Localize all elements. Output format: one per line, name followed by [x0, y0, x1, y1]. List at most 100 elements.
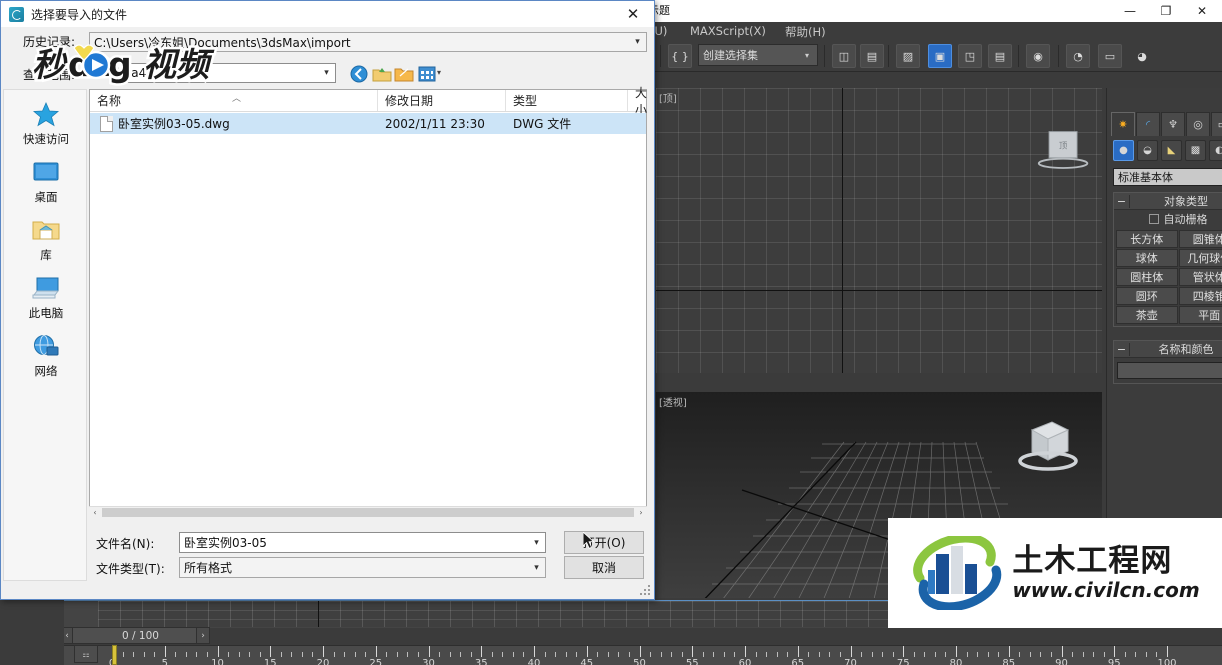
mirror-icon[interactable]: ◫: [832, 44, 856, 68]
dialog-close-button[interactable]: ✕: [616, 1, 650, 27]
render-production-icon[interactable]: ◕: [1130, 44, 1154, 68]
viewport-top[interactable]: [顶] 顶: [656, 88, 1102, 373]
left-toolbar-strip: ▶: [0, 598, 64, 665]
object-button-pyramid[interactable]: 四棱锥: [1178, 287, 1222, 305]
curve-editor-icon[interactable]: ◳: [958, 44, 982, 68]
chevron-down-icon[interactable]: ▾: [528, 533, 545, 552]
align-icon[interactable]: ▤: [860, 44, 884, 68]
time-slider-handle[interactable]: [112, 645, 117, 665]
window-maximize-button[interactable]: ❐: [1148, 0, 1184, 22]
table-row[interactable]: 卧室实例03-05.dwg 2002/1/11 23:30 DWG 文件: [90, 113, 646, 134]
render-frame-window-icon[interactable]: ▭: [1098, 44, 1122, 68]
lookin-combo[interactable]: b8a4bca519 ▾: [111, 63, 336, 83]
filetype-combo[interactable]: 所有格式 ▾: [179, 557, 546, 578]
sidebar-item-this-pc[interactable]: 此电脑: [4, 268, 88, 326]
named-selection-sets-icon[interactable]: { }: [668, 44, 692, 68]
scroll-left-button[interactable]: ‹: [89, 507, 101, 518]
view-cube-icon[interactable]: [1012, 414, 1078, 480]
timeline-tick-label: 75: [896, 658, 910, 665]
window-close-button[interactable]: ✕: [1184, 0, 1220, 22]
object-type-rollout-header[interactable]: − 对象类型: [1114, 193, 1222, 210]
auto-grid-checkbox[interactable]: [1148, 214, 1159, 224]
timeline-tick: [122, 652, 124, 657]
object-button-cone[interactable]: 圆锥体: [1178, 230, 1222, 248]
scene-explorer-icon[interactable]: ▣: [928, 44, 952, 68]
object-category-combo[interactable]: 标准基本体: [1113, 168, 1222, 186]
timeline-tick: [1167, 646, 1168, 657]
timeline-tick: [576, 652, 578, 657]
import-file-dialog: 选择要导入的文件 ✕ 历史记录: C:\Users\冷东姐\Documents\…: [0, 0, 655, 600]
collapse-icon[interactable]: −: [1114, 194, 1130, 208]
auto-grid-row[interactable]: 自动栅格: [1114, 210, 1222, 228]
object-button-tube[interactable]: 管状体: [1178, 268, 1222, 286]
timeline-tick: [470, 652, 472, 657]
menu-item-help[interactable]: 帮助(H): [785, 24, 826, 40]
timeline-tick: [544, 652, 546, 657]
chevron-down-icon[interactable]: ▾: [318, 64, 335, 82]
dialog-title-bar: 选择要导入的文件 ✕: [1, 1, 654, 27]
column-header-size[interactable]: 大小: [628, 86, 652, 117]
scroll-right-button[interactable]: ›: [635, 507, 647, 518]
object-button-torus[interactable]: 圆环: [1116, 287, 1178, 305]
column-header-date[interactable]: 修改日期: [378, 90, 506, 111]
object-button-box[interactable]: 长方体: [1116, 230, 1178, 248]
name-and-color-header[interactable]: − 名称和颜色: [1114, 341, 1222, 358]
collapse-icon-2[interactable]: −: [1114, 342, 1130, 356]
object-name-input[interactable]: [1117, 362, 1222, 379]
column-header-name[interactable]: 名称 ︿: [90, 90, 378, 111]
open-button[interactable]: 打开(O): [564, 531, 644, 554]
chevron-down-icon[interactable]: ▾: [528, 558, 545, 577]
column-header-date-label: 修改日期: [385, 94, 434, 108]
resize-grip-icon[interactable]: [640, 585, 652, 597]
cameras-subtab[interactable]: ▩: [1185, 140, 1206, 161]
chevron-down-icon[interactable]: ▾: [799, 45, 815, 65]
back-icon[interactable]: [348, 63, 370, 85]
material-editor-icon[interactable]: ◉: [1026, 44, 1050, 68]
filename-input[interactable]: 卧室实例03-05 ▾: [179, 532, 546, 553]
cancel-button[interactable]: 取消: [564, 556, 644, 579]
object-button-geosphere[interactable]: 几何球体: [1178, 249, 1222, 267]
next-frame-button[interactable]: ›: [196, 627, 210, 644]
display-tab[interactable]: ▭: [1211, 112, 1222, 136]
view-mode-dropdown-icon[interactable]: ▾: [433, 65, 445, 79]
object-button-plane[interactable]: 平面: [1178, 306, 1222, 324]
named-selection-set-combo[interactable]: 创建选择集 ▾: [698, 44, 818, 66]
new-folder-icon[interactable]: [393, 63, 415, 85]
create-tab[interactable]: ✷: [1111, 112, 1135, 136]
motion-tab[interactable]: ◎: [1186, 112, 1210, 136]
geometry-subtab[interactable]: ●: [1113, 140, 1134, 161]
file-list-hscrollbar[interactable]: ‹ ›: [89, 506, 647, 518]
timeline-tick: [1093, 652, 1095, 657]
object-button-teapot[interactable]: 茶壶: [1116, 306, 1178, 324]
file-list[interactable]: 名称 ︿ 修改日期 类型 大小 卧室实例03-05.dwg 2002/1/11 …: [89, 86, 647, 517]
hierarchy-tab[interactable]: ♆: [1161, 112, 1185, 136]
sidebar-item-desktop[interactable]: 桌面: [4, 152, 88, 210]
menu-item-maxscript[interactable]: MAXScript(X): [690, 24, 766, 38]
history-combo[interactable]: C:\Users\冷东姐\Documents\3dsMax\import ▾: [89, 32, 647, 52]
timeline-ruler[interactable]: 0510152025303540455055606570758085909510…: [64, 645, 1222, 665]
column-header-type[interactable]: 类型: [506, 90, 628, 111]
chevron-down-icon[interactable]: ▾: [629, 33, 646, 51]
layer-manager-icon[interactable]: ▨: [896, 44, 920, 68]
helpers-subtab[interactable]: ◐: [1209, 140, 1222, 161]
object-button-sphere[interactable]: 球体: [1116, 249, 1178, 267]
up-folder-icon[interactable]: [371, 63, 393, 85]
schematic-view-icon[interactable]: ▤: [988, 44, 1012, 68]
lights-subtab[interactable]: ◣: [1161, 140, 1182, 161]
frame-counter[interactable]: 0 / 100: [72, 627, 209, 644]
timeline-tick: [491, 652, 493, 657]
sidebar-item-library[interactable]: 库: [4, 210, 88, 268]
sidebar-item-network[interactable]: 网络: [4, 326, 88, 384]
view-cube-top-icon[interactable]: 顶: [1036, 126, 1092, 182]
shapes-subtab[interactable]: ◒: [1137, 140, 1158, 161]
modify-tab[interactable]: ◜: [1136, 112, 1160, 136]
scrollbar-thumb[interactable]: [102, 508, 634, 517]
filename-label: 文件名(N):: [96, 537, 155, 551]
key-mode-icon[interactable]: ⚏: [74, 645, 98, 663]
timeline-tick-label: 35: [474, 658, 488, 665]
sidebar-item-quick-access[interactable]: 快速访问: [4, 94, 88, 152]
render-setup-icon[interactable]: ◔: [1066, 44, 1090, 68]
timeline-tick: [1050, 652, 1052, 657]
window-minimize-button[interactable]: —: [1112, 0, 1148, 22]
object-button-cylinder[interactable]: 圆柱体: [1116, 268, 1178, 286]
